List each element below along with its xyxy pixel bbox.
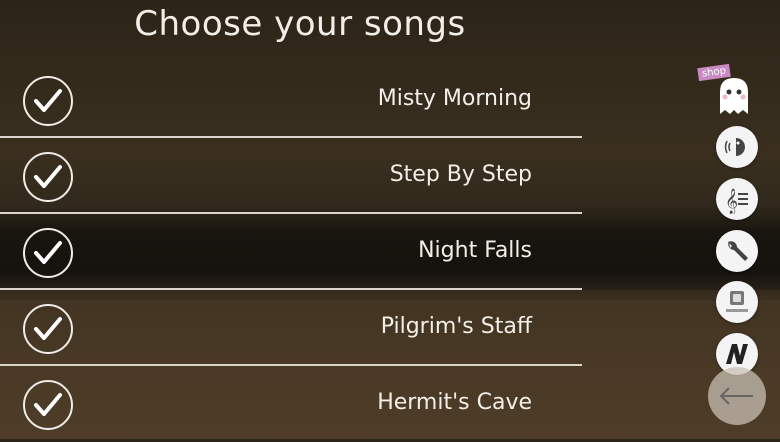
song-title: Step By Step (389, 162, 532, 187)
more-apps-icon (726, 291, 748, 312)
back-arrow-icon (719, 387, 753, 405)
page-title: Choose your songs (134, 4, 466, 44)
song-row-5[interactable]: Hermit's Cave (0, 368, 582, 442)
n-logo-icon (726, 344, 748, 364)
song-title: Pilgrim's Staff (380, 314, 532, 339)
sound-icon (724, 138, 745, 156)
shop-ghost-icon (720, 78, 748, 114)
checkbox-checked-icon[interactable] (23, 380, 73, 430)
settings-button[interactable] (716, 230, 758, 272)
music-notes-icon: 𝄞 (725, 188, 748, 214)
more-apps-button[interactable] (716, 281, 758, 323)
song-title: Hermit's Cave (377, 390, 532, 415)
row-divider (0, 364, 582, 366)
svg-text:𝄞: 𝄞 (725, 188, 738, 214)
song-row-2[interactable]: Step By Step (0, 140, 582, 214)
music-button[interactable]: 𝄞 (716, 178, 758, 220)
row-divider (0, 212, 582, 214)
checkbox-checked-icon[interactable] (23, 228, 73, 278)
wrench-icon (728, 241, 748, 261)
checkbox-checked-icon[interactable] (23, 304, 73, 354)
checkbox-checked-icon[interactable] (23, 76, 73, 126)
row-divider (0, 288, 582, 290)
song-row-4[interactable]: Pilgrim's Staff (0, 292, 582, 366)
song-title: Misty Morning (377, 86, 532, 111)
sound-button[interactable] (716, 126, 758, 168)
back-button[interactable] (708, 367, 766, 425)
song-title: Night Falls (418, 238, 532, 263)
song-row-1[interactable]: Misty Morning (0, 64, 582, 138)
shop-button[interactable]: shop (697, 63, 758, 118)
row-divider (0, 136, 582, 138)
song-row-3[interactable]: Night Falls (0, 216, 582, 290)
checkbox-checked-icon[interactable] (23, 152, 73, 202)
